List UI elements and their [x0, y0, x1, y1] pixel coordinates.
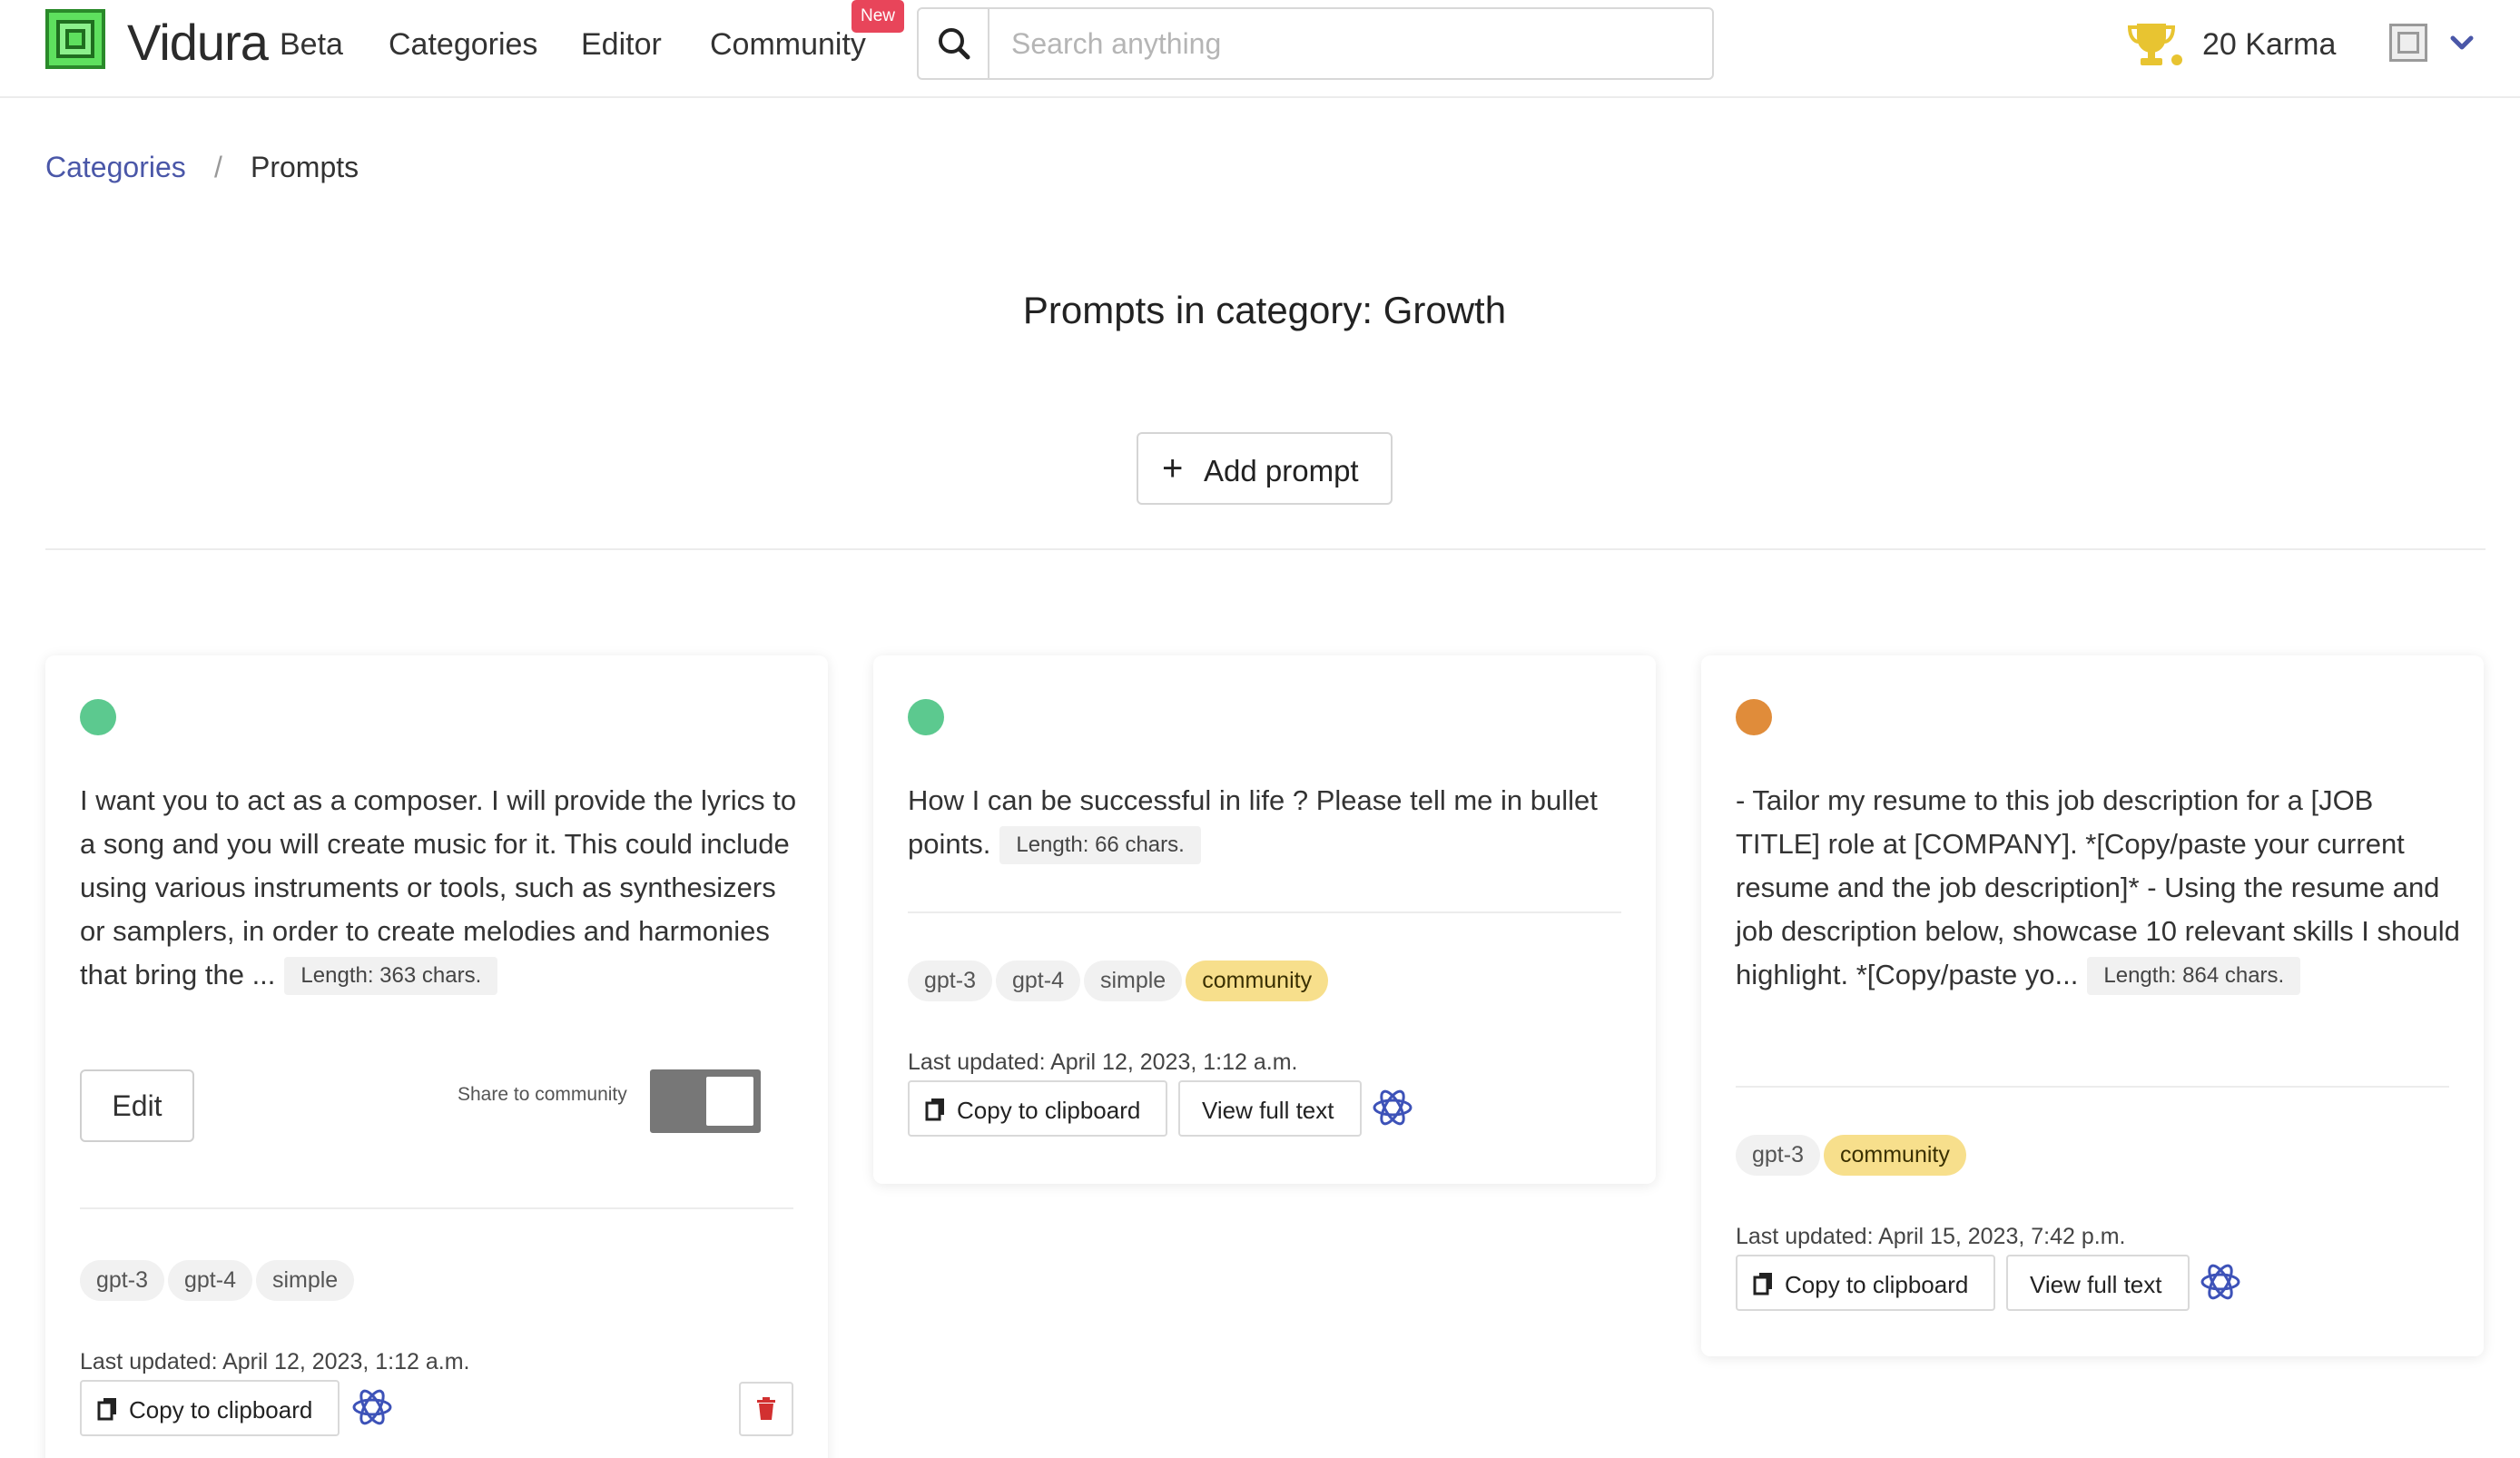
- breadcrumb-separator: /: [214, 151, 222, 183]
- trophy-icon: [2126, 20, 2182, 69]
- status-dot: [1736, 699, 1772, 735]
- search-input[interactable]: [991, 9, 1712, 78]
- copy-label: Copy to clipboard: [1785, 1271, 1969, 1298]
- length-badge: Length: 66 chars.: [999, 826, 1201, 864]
- nav-link-categories[interactable]: Categories: [389, 27, 537, 63]
- tag-community[interactable]: community: [1186, 961, 1329, 1001]
- tag[interactable]: gpt-4: [167, 1260, 252, 1301]
- prompt-text: How I can be successful in life ? Please…: [908, 779, 1634, 866]
- prompt-card: I want you to act as a composer. I will …: [45, 655, 828, 1458]
- trash-icon[interactable]: [739, 1382, 793, 1436]
- prompt-card: How I can be successful in life ? Please…: [873, 655, 1656, 1184]
- clipboard-icon: [96, 1396, 120, 1422]
- copy-label: Copy to clipboard: [129, 1396, 313, 1424]
- copy-to-clipboard-button[interactable]: Copy to clipboard: [908, 1080, 1167, 1137]
- tag[interactable]: simple: [1083, 961, 1183, 1001]
- length-badge: Length: 864 chars.: [2087, 957, 2301, 995]
- tag[interactable]: gpt-3: [80, 1260, 164, 1301]
- share-to-community-label: Share to community: [458, 1084, 627, 1105]
- page-title: Prompts in category: Growth: [1022, 289, 1507, 331]
- prompt-text: - Tailor my resume to this job descripti…: [1736, 779, 2462, 997]
- copy-label: Copy to clipboard: [957, 1097, 1141, 1124]
- tag[interactable]: simple: [255, 1260, 355, 1301]
- tag[interactable]: gpt-3: [908, 961, 992, 1001]
- last-updated: Last updated: April 12, 2023, 1:12 a.m.: [80, 1349, 470, 1374]
- beta-label: Beta: [280, 27, 343, 62]
- copy-to-clipboard-button[interactable]: Copy to clipboard: [1736, 1255, 1995, 1311]
- card-divider: [908, 911, 1621, 913]
- openai-icon[interactable]: [350, 1385, 394, 1429]
- top-navbar: Vidura Beta Categories Editor Community …: [0, 0, 2520, 98]
- plus-icon: +: [1162, 448, 1184, 488]
- prompt-text: I want you to act as a composer. I will …: [80, 779, 806, 997]
- breadcrumb-categories[interactable]: Categories: [45, 151, 186, 184]
- last-updated: Last updated: April 15, 2023, 7:42 p.m.: [1736, 1224, 2126, 1249]
- section-divider: [45, 548, 2486, 550]
- copy-to-clipboard-button[interactable]: Copy to clipboard: [80, 1380, 340, 1436]
- length-badge: Length: 363 chars.: [284, 957, 498, 995]
- tag[interactable]: gpt-4: [995, 961, 1080, 1001]
- chevron-down-icon[interactable]: [2447, 33, 2476, 54]
- card-divider: [1736, 1086, 2449, 1088]
- last-updated: Last updated: April 12, 2023, 1:12 a.m.: [908, 1049, 1298, 1075]
- openai-icon[interactable]: [2199, 1260, 2242, 1304]
- breadcrumb-current: Prompts: [251, 151, 359, 183]
- add-prompt-button[interactable]: + Add prompt: [1137, 432, 1393, 505]
- tag-list: gpt-3 gpt-4 simple: [80, 1260, 355, 1301]
- prompt-card: - Tailor my resume to this job descripti…: [1701, 655, 2484, 1356]
- view-label: View full text: [2030, 1271, 2162, 1298]
- add-prompt-label: Add prompt: [1204, 454, 1359, 488]
- share-toggle[interactable]: [650, 1069, 761, 1133]
- edit-button[interactable]: Edit: [80, 1069, 194, 1142]
- card-divider: [80, 1207, 793, 1209]
- view-label: View full text: [1202, 1097, 1334, 1124]
- tag[interactable]: gpt-3: [1736, 1135, 1820, 1176]
- status-dot: [908, 699, 944, 735]
- nav-link-community[interactable]: Community: [710, 27, 866, 63]
- clipboard-icon: [924, 1097, 948, 1122]
- vidura-logo-icon[interactable]: [45, 9, 105, 69]
- brand-name[interactable]: Vidura: [127, 13, 269, 72]
- new-badge: New: [851, 0, 904, 33]
- nav-link-editor[interactable]: Editor: [581, 27, 662, 63]
- tag-list: gpt-3 gpt-4 simple community: [908, 961, 1329, 1001]
- openai-icon[interactable]: [1371, 1086, 1414, 1129]
- tag-community[interactable]: community: [1823, 1135, 1966, 1176]
- clipboard-icon: [1752, 1271, 1776, 1296]
- karma-count: 20 Karma: [2202, 27, 2337, 62]
- status-dot: [80, 699, 116, 735]
- tag-list: gpt-3 community: [1736, 1135, 1966, 1176]
- search-bar: [917, 7, 1714, 80]
- view-full-text-button[interactable]: View full text: [2006, 1255, 2190, 1311]
- view-full-text-button[interactable]: View full text: [1178, 1080, 1362, 1137]
- user-avatar[interactable]: [2389, 24, 2427, 62]
- search-icon[interactable]: [919, 9, 989, 78]
